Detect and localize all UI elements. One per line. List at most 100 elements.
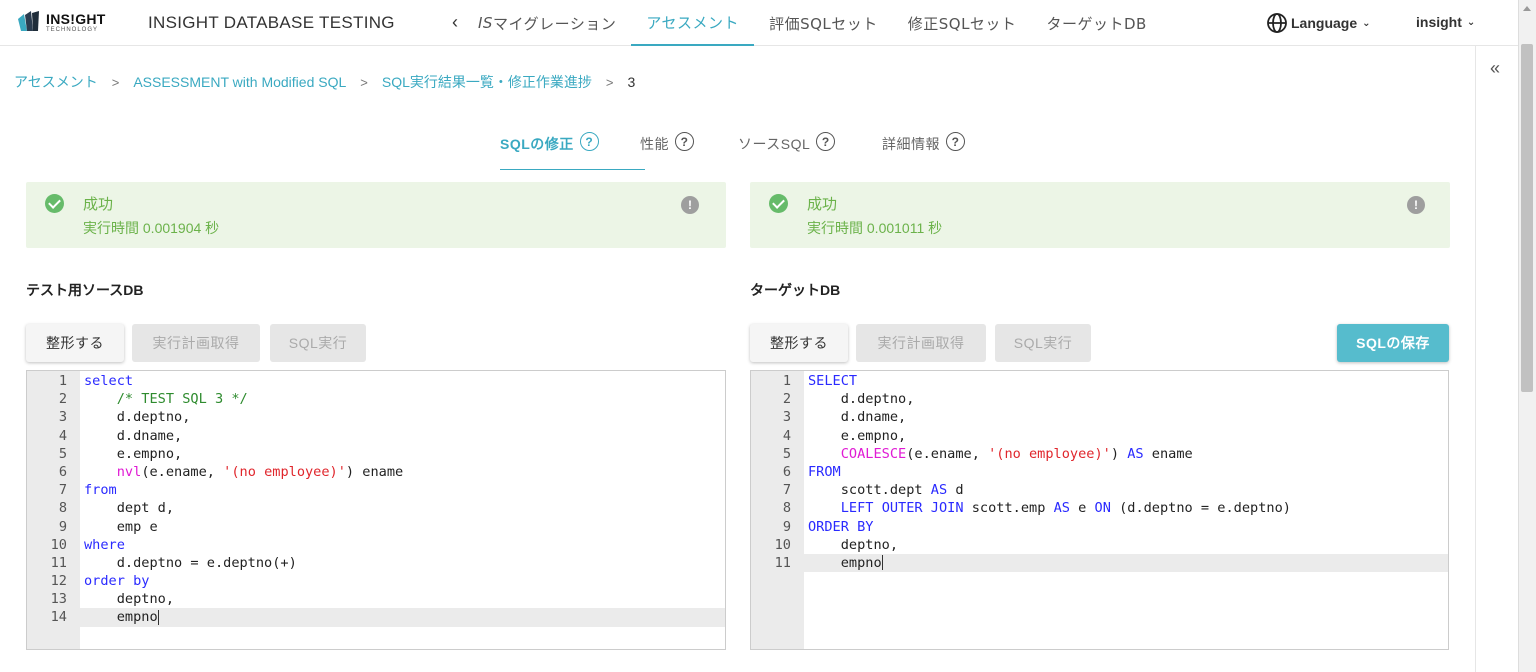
code-line[interactable]: 5 COALESCE(e.ename, '(no employee)') AS … [751, 445, 1448, 463]
breadcrumb-sql-results[interactable]: SQL実行結果一覧・修正作業進捗 [382, 72, 592, 92]
nav-item-modified-sql-set[interactable]: 修正SQLセット [893, 0, 1032, 46]
scrollbar-thumb[interactable] [1521, 44, 1533, 392]
code-line[interactable]: 12 order by [27, 572, 725, 590]
breadcrumb-separator-icon: > [360, 74, 368, 90]
help-icon[interactable]: ? [675, 132, 694, 151]
code-line[interactable]: 4 d.dname, [27, 427, 725, 445]
code-line[interactable]: 14 empno [27, 608, 725, 627]
line-number: 5 [782, 445, 791, 462]
source-db-title: テスト用ソースDB [26, 282, 144, 298]
format-button[interactable]: 整形する [26, 324, 124, 362]
line-number: 2 [58, 391, 67, 408]
code-text: empno [84, 609, 159, 626]
run-sql-button[interactable]: SQL実行 [995, 324, 1091, 362]
code-line[interactable]: 1 SELECT [751, 372, 1448, 390]
top-bar: INS!GHT TECHNOLOGY INSIGHT DATABASE TEST… [0, 0, 1518, 46]
logo-subtext: TECHNOLOGY [46, 26, 99, 33]
tab-source-sql[interactable]: ソースSQL? [738, 130, 836, 170]
check-circle-icon [769, 194, 788, 213]
format-button[interactable]: 整形する [750, 324, 848, 362]
breadcrumb-assessment[interactable]: アセスメント [14, 72, 98, 92]
detail-tabs: SQLの修正? 性能? ソースSQL? 詳細情報? [0, 130, 1475, 170]
code-line[interactable]: 3 d.deptno, [27, 408, 725, 426]
language-menu[interactable]: Language ⌄ [1266, 12, 1371, 34]
code-text: LEFT OUTER JOIN scott.emp AS e ON (d.dep… [840, 500, 1291, 517]
line-number: 9 [58, 518, 67, 535]
globe-icon [1267, 13, 1287, 33]
side-panel [1475, 46, 1518, 672]
tab-performance[interactable]: 性能? [640, 130, 694, 170]
breadcrumb-current: 3 [627, 74, 636, 90]
source-db-panel: 成功 実行時間 0.001904 秒 ! テスト用ソースDB 整形する 実行計画… [26, 182, 726, 650]
line-number: 4 [58, 427, 67, 444]
breadcrumb-separator-icon: > [605, 74, 614, 90]
source-status-alert: 成功 実行時間 0.001904 秒 ! [26, 182, 726, 248]
breadcrumb-assessment-name[interactable]: ASSESSMENT with Modified SQL [133, 74, 346, 90]
execution-time: 実行時間 0.001904 秒 [83, 220, 220, 236]
app-title: INSIGHT DATABASE TESTING [148, 13, 395, 32]
line-number: 5 [58, 445, 67, 462]
code-line[interactable]: 9 ORDER BY [751, 518, 1448, 536]
code-line[interactable]: 6 FROM [751, 463, 1448, 481]
main-nav: IS マイグレーション アセスメント 評価SQLセット 修正SQLセット ターゲッ… [478, 0, 1162, 46]
tab-sql-fix[interactable]: SQLの修正? [500, 130, 645, 170]
target-sql-editor[interactable]: 1 SELECT 2 d.deptno, 3 d.dname, 4 e.empno, 5 … [750, 370, 1449, 650]
code-text: d.dname, [808, 409, 907, 426]
status-title: 成功 [807, 196, 838, 213]
code-line[interactable]: 1 select [27, 372, 725, 390]
code-line[interactable]: 7 scott.dept AS d [751, 481, 1448, 499]
code-line[interactable]: 7 from [27, 481, 725, 499]
double-chevron-left-icon[interactable]: « [1490, 58, 1500, 79]
insight-logo[interactable]: INS!GHT TECHNOLOGY [18, 11, 106, 33]
nav-item-eval-sql-set[interactable]: 評価SQLセット [754, 0, 893, 46]
line-number: 11 [774, 554, 791, 571]
breadcrumb: アセスメント > ASSESSMENT with Modified SQL > … [14, 72, 635, 92]
code-line[interactable]: 9 emp e [27, 518, 725, 536]
code-text: d.deptno, [808, 391, 915, 408]
nav-item-is-migration[interactable]: IS マイグレーション [478, 0, 631, 46]
line-number: 7 [782, 482, 791, 499]
line-number: 3 [782, 409, 791, 426]
code-line[interactable]: 2 d.deptno, [751, 390, 1448, 408]
exclamation-circle-icon[interactable]: ! [681, 196, 699, 214]
code-text: COALESCE(e.ename, '(no employee)') AS en… [840, 445, 1193, 462]
breadcrumb-separator-icon: > [111, 74, 120, 90]
status-title: 成功 [83, 196, 114, 213]
code-text: select [84, 373, 134, 389]
code-line[interactable]: 11 d.deptno = e.deptno(+) [27, 554, 725, 572]
user-menu[interactable]: insight ⌄ [1416, 14, 1475, 30]
language-label: Language [1291, 15, 1358, 31]
line-number: 11 [50, 554, 67, 571]
help-icon[interactable]: ? [816, 132, 836, 151]
save-sql-button[interactable]: SQLの保存 [1337, 324, 1449, 362]
run-sql-button[interactable]: SQL実行 [270, 324, 366, 362]
line-number: 8 [58, 500, 67, 517]
code-line[interactable]: 10 where [27, 536, 725, 554]
code-line[interactable]: 3 d.dname, [751, 408, 1448, 426]
code-line[interactable]: 8 dept d, [27, 499, 725, 517]
source-sql-editor[interactable]: 1 select 2 /* TEST SQL 3 */3 d.deptno, 4 d.… [26, 370, 726, 650]
tab-details[interactable]: 詳細情報? [882, 130, 965, 170]
code-text: emp e [84, 518, 158, 535]
code-line[interactable]: 4 e.empno, [751, 427, 1448, 445]
code-line[interactable]: 13 deptno, [27, 590, 725, 608]
get-plan-button[interactable]: 実行計画取得 [132, 324, 260, 362]
code-line[interactable]: 8 LEFT OUTER JOIN scott.emp AS e ON (d.d… [751, 499, 1448, 517]
help-icon[interactable]: ? [946, 132, 965, 151]
nav-item-assessment[interactable]: アセスメント [631, 0, 755, 46]
text-caret [881, 555, 883, 571]
code-line[interactable]: 2 /* TEST SQL 3 */ [27, 390, 725, 408]
code-line[interactable]: 11 empno [751, 553, 1448, 573]
exclamation-circle-icon[interactable]: ! [1407, 196, 1425, 214]
scroll-up-arrow-icon[interactable] [1523, 6, 1531, 11]
code-line[interactable]: 6 nvl(e.ename, '(no employee)') ename [27, 463, 725, 481]
get-plan-button[interactable]: 実行計画取得 [856, 324, 986, 362]
help-icon[interactable]: ? [579, 132, 599, 151]
back-chevron-icon[interactable]: ‹ [452, 12, 458, 33]
line-number: 14 [50, 609, 67, 626]
code-line[interactable]: 5 e.empno, [27, 445, 725, 463]
code-line[interactable]: 10 deptno, [751, 536, 1448, 554]
code-text: dept d, [84, 500, 175, 517]
nav-item-target-db[interactable]: ターゲットDB [1031, 0, 1161, 46]
code-text: d.deptno, [84, 409, 191, 426]
